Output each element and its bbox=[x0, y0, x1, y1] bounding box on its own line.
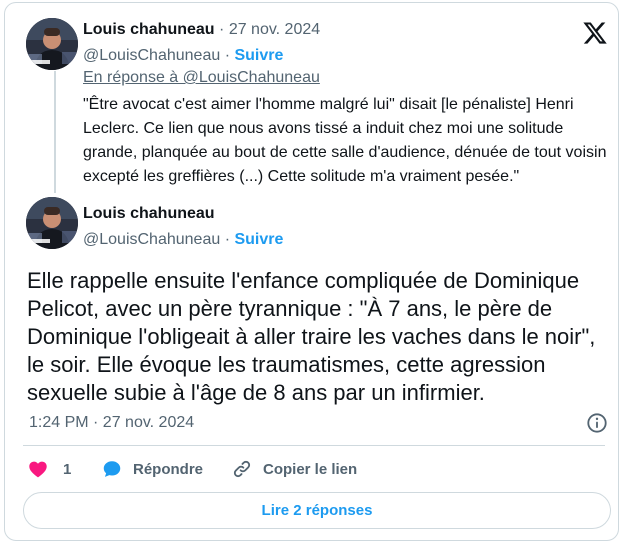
copy-link-button[interactable]: Copier le lien bbox=[231, 458, 357, 480]
parent-author-name[interactable]: Louis chahuneau · 27 nov. 2024 bbox=[83, 21, 320, 39]
info-icon[interactable] bbox=[586, 412, 608, 434]
thread-connector-line bbox=[54, 71, 56, 193]
copy-link-label: Copier le lien bbox=[263, 460, 358, 478]
parent-date[interactable]: 27 nov. 2024 bbox=[229, 21, 320, 38]
reply-to-link[interactable]: En réponse à @LouisChahuneau bbox=[83, 69, 320, 87]
parent-follow-separator: · bbox=[224, 47, 231, 64]
x-logo-icon[interactable] bbox=[582, 20, 608, 46]
main-tweet-text: Elle rappelle ensuite l'enfance compliqu… bbox=[27, 268, 596, 405]
reply-label: Répondre bbox=[133, 460, 204, 478]
main-handle[interactable]: @LouisChahuneau bbox=[83, 231, 220, 248]
actions-divider bbox=[23, 445, 605, 446]
heart-icon bbox=[29, 461, 47, 478]
parent-date-separator: · bbox=[219, 21, 225, 38]
tweet-timestamp[interactable]: 1:24 PM · 27 nov. 2024 bbox=[29, 414, 194, 432]
main-follow-separator: · bbox=[224, 231, 231, 248]
main-author-name[interactable]: Louis chahuneau bbox=[83, 205, 215, 223]
parent-tweet-text: "Être avocat c'est aimer l'homme malgré … bbox=[83, 96, 607, 185]
main-follow-button[interactable]: Suivre bbox=[234, 231, 283, 248]
main-handle-row: @LouisChahuneau · Suivre bbox=[83, 231, 283, 249]
parent-avatar[interactable] bbox=[26, 18, 78, 70]
reply-bubble-icon bbox=[103, 461, 121, 477]
parent-author-name-text[interactable]: Louis chahuneau bbox=[83, 21, 215, 38]
like-button[interactable]: 1 bbox=[27, 458, 71, 480]
parent-handle-row: @LouisChahuneau · Suivre bbox=[83, 47, 283, 65]
link-icon bbox=[233, 460, 251, 478]
read-replies-button[interactable]: Lire 2 réponses bbox=[23, 492, 611, 529]
like-count: 1 bbox=[63, 460, 72, 478]
tweet-embed-card: Louis chahuneau · 27 nov. 2024 @LouisCha… bbox=[4, 2, 619, 541]
parent-follow-button[interactable]: Suivre bbox=[234, 47, 283, 64]
reply-button[interactable]: Répondre bbox=[101, 458, 203, 480]
parent-handle[interactable]: @LouisChahuneau bbox=[83, 47, 220, 64]
main-avatar[interactable] bbox=[26, 197, 78, 249]
